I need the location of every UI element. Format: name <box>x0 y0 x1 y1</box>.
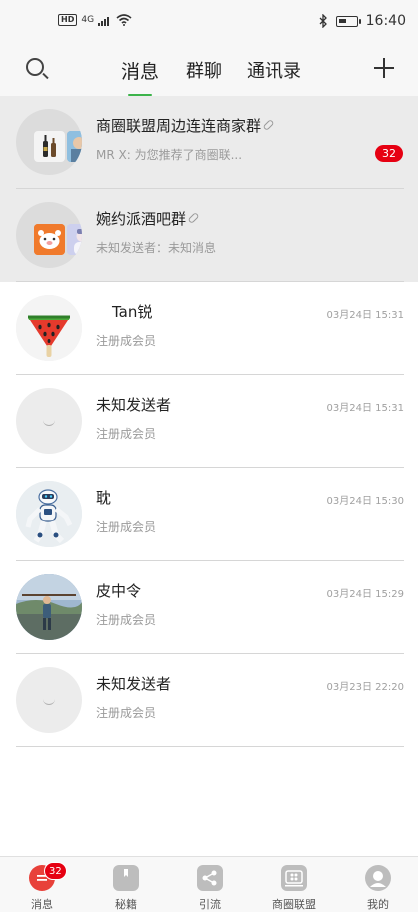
tabbar-item-traffic[interactable]: 引流 <box>168 857 252 913</box>
wifi-icon <box>116 14 132 26</box>
watermelon-popsicle-image <box>16 295 82 361</box>
conversation-item[interactable]: 皮中令 03月24日 15:29 注册成会员 <box>0 561 418 654</box>
conversation-item[interactable]: 商圈联盟周边连连商家群 MR X: 为您推荐了商圈联... 32 <box>0 96 418 189</box>
group-avatar <box>16 109 82 175</box>
conversation-preview: 注册成会员 <box>96 334 157 348</box>
add-icon[interactable] <box>374 58 394 78</box>
conversation-preview: 注册成会员 <box>96 613 157 627</box>
person-photo-image <box>16 574 82 640</box>
conversation-time: 03月24日 15:29 <box>326 589 404 600</box>
conversation-preview: MR X: 为您推荐了商圈联... <box>96 148 243 162</box>
signal-icon <box>98 16 110 26</box>
tabbar-label: 我的 <box>367 898 389 911</box>
group-member-image <box>67 224 82 255</box>
tabbar-label: 消息 <box>31 898 53 911</box>
tabbar-item-alliance[interactable]: 商圈联盟 <box>252 857 336 913</box>
conversation-preview: 未知发送者：未知消息 <box>96 241 217 255</box>
conversation-preview: 注册成会员 <box>96 427 157 441</box>
conversation-title: 未知发送者 <box>96 675 172 693</box>
default-avatar <box>16 388 82 454</box>
group-avatar <box>16 202 82 268</box>
conversation-title: 婉约派酒吧群 <box>96 208 200 229</box>
conversation-list: 商圈联盟周边连连商家群 MR X: 为您推荐了商圈联... 32 婉约派酒吧群 … <box>0 96 418 747</box>
conversation-title: 商圈联盟周边连连商家群 <box>96 115 275 136</box>
cartoon-pig-image <box>34 224 65 255</box>
conversation-title: 皮中令 <box>96 582 142 600</box>
book-icon <box>113 865 139 891</box>
search-icon[interactable] <box>26 58 44 76</box>
conversation-item[interactable]: 未知发送者 03月24日 15:31 注册成会员 <box>0 375 418 468</box>
hd-indicator: HD <box>58 14 78 26</box>
link-icon <box>187 211 200 225</box>
robot-image <box>16 481 82 547</box>
conversation-title-text: 商圈联盟周边连连商家群 <box>96 117 262 135</box>
share-icon <box>197 865 223 891</box>
profile-icon <box>365 865 391 891</box>
status-right: 16:40 <box>319 13 406 29</box>
tab-group-chat[interactable]: 群聊 <box>186 57 222 83</box>
default-avatar <box>16 667 82 733</box>
tab-contacts[interactable]: 通讯录 <box>247 57 301 83</box>
top-nav: 消息 群聊 通讯录 <box>0 44 418 96</box>
battery-icon <box>335 15 361 27</box>
conversation-item[interactable]: 婉约派酒吧群 未知发送者：未知消息 <box>0 189 418 282</box>
link-icon <box>262 118 275 132</box>
network-type: 4G <box>81 15 95 25</box>
conversation-title: 未知发送者 <box>96 396 172 414</box>
avatar <box>16 295 82 361</box>
conversation-time: 03月24日 15:31 <box>326 403 404 414</box>
group-avatar-tiles <box>34 224 82 255</box>
divider <box>16 746 404 747</box>
conversation-time: 03月23日 22:20 <box>326 682 404 693</box>
alliance-icon <box>281 865 307 891</box>
conversation-title-text: 婉约派酒吧群 <box>96 210 187 228</box>
default-avatar-icon <box>43 420 55 426</box>
unread-badge: 32 <box>375 145 403 162</box>
conversation-preview: 注册成会员 <box>96 520 157 534</box>
status-bar: HD 4G 16:40 <box>0 0 418 44</box>
group-member-image <box>67 131 82 162</box>
tabbar-unread-badge: 32 <box>44 862 67 880</box>
conversation-title: Tan锐 <box>112 303 153 321</box>
conversation-item[interactable]: 耽 03月24日 15:30 注册成会员 <box>0 468 418 561</box>
conversation-item[interactable]: Tan锐 03月24日 15:31 注册成会员 <box>0 282 418 375</box>
default-avatar-icon <box>43 699 55 705</box>
tabbar-item-guide[interactable]: 秘籍 <box>84 857 168 913</box>
tabbar-item-profile[interactable]: 我的 <box>336 857 418 913</box>
conversation-title: 耽 <box>96 489 112 507</box>
network-indicators: HD 4G <box>58 14 132 26</box>
group-avatar-tiles <box>34 131 82 162</box>
avatar <box>16 481 82 547</box>
avatar <box>16 574 82 640</box>
bluetooth-icon <box>319 14 327 28</box>
clock: 16:40 <box>365 13 406 29</box>
tabbar-label: 引流 <box>199 898 221 911</box>
conversation-time: 03月24日 15:31 <box>326 310 404 321</box>
bottom-tab-bar: 32 消息 秘籍 引流 商圈联盟 我的 <box>0 856 418 912</box>
conversation-time: 03月24日 15:30 <box>326 496 404 507</box>
tabbar-label: 商圈联盟 <box>272 898 316 911</box>
tabbar-label: 秘籍 <box>115 898 137 911</box>
bottle-image <box>34 131 65 162</box>
tab-messages[interactable]: 消息 <box>121 57 159 84</box>
tabbar-item-messages[interactable]: 32 消息 <box>0 857 84 913</box>
conversation-item[interactable]: 未知发送者 03月23日 22:20 注册成会员 <box>0 654 418 747</box>
conversation-preview: 注册成会员 <box>96 706 157 720</box>
